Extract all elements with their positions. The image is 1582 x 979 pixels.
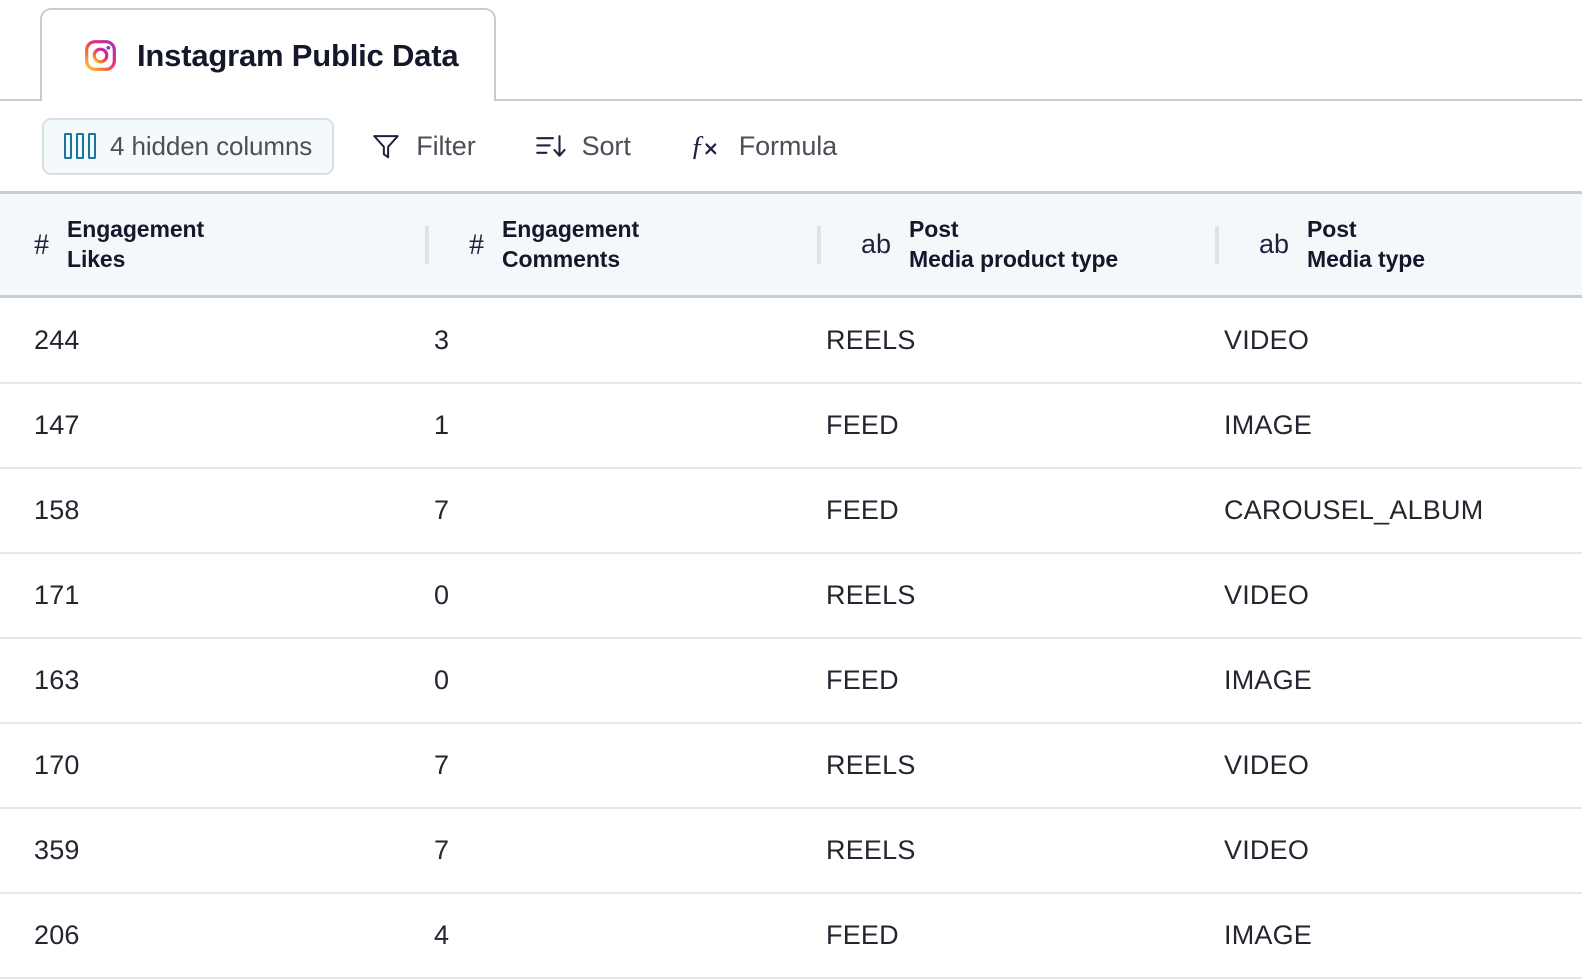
cell-comments[interactable]: 0 bbox=[400, 553, 792, 639]
column-divider[interactable] bbox=[425, 225, 429, 264]
text-type-icon: ab bbox=[861, 229, 892, 259]
grid-body: 244 3 REELS VIDEO 147 1 FEED IMAGE 158 7… bbox=[0, 296, 1582, 979]
cell-likes[interactable]: 170 bbox=[0, 723, 400, 809]
instagram-icon bbox=[85, 40, 116, 71]
formula-label: Formula bbox=[738, 130, 838, 161]
table-row[interactable]: 244 3 REELS VIDEO bbox=[0, 296, 1582, 384]
columns-icon bbox=[64, 133, 96, 159]
cell-media-product-type[interactable]: REELS bbox=[792, 723, 1190, 809]
filter-button[interactable]: Filter bbox=[348, 118, 497, 175]
cell-media-type[interactable]: IMAGE bbox=[1190, 893, 1582, 979]
column-name-label: Media type bbox=[1307, 245, 1425, 272]
cell-comments[interactable]: 1 bbox=[400, 383, 792, 469]
table-row[interactable]: 163 0 FEED IMAGE bbox=[0, 638, 1582, 724]
cell-likes[interactable]: 171 bbox=[0, 553, 400, 639]
column-group-label: Engagement bbox=[67, 216, 205, 243]
cell-likes[interactable]: 244 bbox=[0, 296, 400, 384]
grid-header: # Engagement Likes # Engagement Comments bbox=[0, 194, 1582, 298]
cell-media-type[interactable]: VIDEO bbox=[1190, 808, 1582, 894]
sort-label: Sort bbox=[581, 130, 631, 161]
cell-media-type[interactable]: VIDEO bbox=[1190, 553, 1582, 639]
column-name-label: Media product type bbox=[909, 245, 1119, 272]
cell-likes[interactable]: 147 bbox=[0, 383, 400, 469]
column-group-label: Engagement bbox=[502, 216, 640, 243]
cell-media-product-type[interactable]: FEED bbox=[792, 893, 1190, 979]
table-row[interactable]: 147 1 FEED IMAGE bbox=[0, 383, 1582, 469]
tab-title: Instagram Public Data bbox=[137, 37, 459, 73]
table-row[interactable]: 171 0 REELS VIDEO bbox=[0, 553, 1582, 639]
column-name-label: Comments bbox=[502, 245, 621, 272]
text-type-icon: ab bbox=[1259, 229, 1290, 259]
cell-comments[interactable]: 3 bbox=[400, 296, 792, 384]
data-grid: # Engagement Likes # Engagement Comments bbox=[0, 194, 1582, 979]
cell-media-type[interactable]: IMAGE bbox=[1190, 638, 1582, 724]
cell-likes[interactable]: 158 bbox=[0, 468, 400, 554]
number-type-icon: # bbox=[34, 227, 49, 261]
cell-comments[interactable]: 7 bbox=[400, 723, 792, 809]
formula-button[interactable]: ƒ Formula bbox=[667, 118, 859, 175]
table-row[interactable]: 170 7 REELS VIDEO bbox=[0, 723, 1582, 809]
column-header-engagement-likes[interactable]: # Engagement Likes bbox=[0, 194, 400, 298]
cell-likes[interactable]: 359 bbox=[0, 808, 400, 894]
number-type-icon: # bbox=[469, 227, 484, 261]
cell-likes[interactable]: 206 bbox=[0, 893, 400, 979]
filter-label: Filter bbox=[416, 130, 476, 161]
sort-button[interactable]: Sort bbox=[512, 118, 653, 175]
cell-media-type[interactable]: IMAGE bbox=[1190, 383, 1582, 469]
cell-media-product-type[interactable]: FEED bbox=[792, 468, 1190, 554]
tab-bar: Instagram Public Data bbox=[0, 0, 1582, 101]
table-row[interactable]: 206 4 FEED IMAGE bbox=[0, 893, 1582, 979]
column-header-post-media-type[interactable]: ab Post Media type bbox=[1190, 194, 1582, 298]
cell-media-type[interactable]: VIDEO bbox=[1190, 296, 1582, 384]
table-toolbar: 4 hidden columns Filter Sort ƒ Formula bbox=[0, 101, 1582, 194]
svg-text:ƒ: ƒ bbox=[690, 131, 704, 162]
cell-media-product-type[interactable]: REELS bbox=[792, 296, 1190, 384]
sort-descending-icon bbox=[535, 135, 566, 157]
cell-comments[interactable]: 7 bbox=[400, 468, 792, 554]
column-divider[interactable] bbox=[1215, 225, 1219, 264]
column-divider[interactable] bbox=[817, 225, 821, 264]
column-group-label: Post bbox=[909, 216, 959, 243]
cell-comments[interactable]: 0 bbox=[400, 638, 792, 724]
table-row[interactable]: 359 7 REELS VIDEO bbox=[0, 808, 1582, 894]
cell-likes[interactable]: 163 bbox=[0, 638, 400, 724]
cell-media-type[interactable]: VIDEO bbox=[1190, 723, 1582, 809]
cell-media-product-type[interactable]: FEED bbox=[792, 638, 1190, 724]
column-group-label: Post bbox=[1307, 216, 1357, 243]
hidden-columns-label: 4 hidden columns bbox=[110, 130, 313, 161]
header-row: # Engagement Likes # Engagement Comments bbox=[0, 194, 1582, 298]
column-name-label: Likes bbox=[67, 245, 126, 272]
cell-media-product-type[interactable]: REELS bbox=[792, 808, 1190, 894]
cell-media-product-type[interactable]: REELS bbox=[792, 553, 1190, 639]
column-header-post-media-product-type[interactable]: ab Post Media product type bbox=[792, 194, 1190, 298]
column-header-engagement-comments[interactable]: # Engagement Comments bbox=[400, 194, 792, 298]
cell-comments[interactable]: 7 bbox=[400, 808, 792, 894]
cell-media-type[interactable]: CAROUSEL_ALBUM bbox=[1190, 468, 1582, 554]
table-row[interactable]: 158 7 FEED CAROUSEL_ALBUM bbox=[0, 468, 1582, 554]
cell-comments[interactable]: 4 bbox=[400, 893, 792, 979]
funnel-icon bbox=[373, 135, 399, 159]
tab-instagram-public-data[interactable]: Instagram Public Data bbox=[40, 8, 497, 101]
cell-media-product-type[interactable]: FEED bbox=[792, 383, 1190, 469]
hidden-columns-button[interactable]: 4 hidden columns bbox=[42, 117, 335, 175]
function-icon: ƒ bbox=[690, 131, 717, 162]
